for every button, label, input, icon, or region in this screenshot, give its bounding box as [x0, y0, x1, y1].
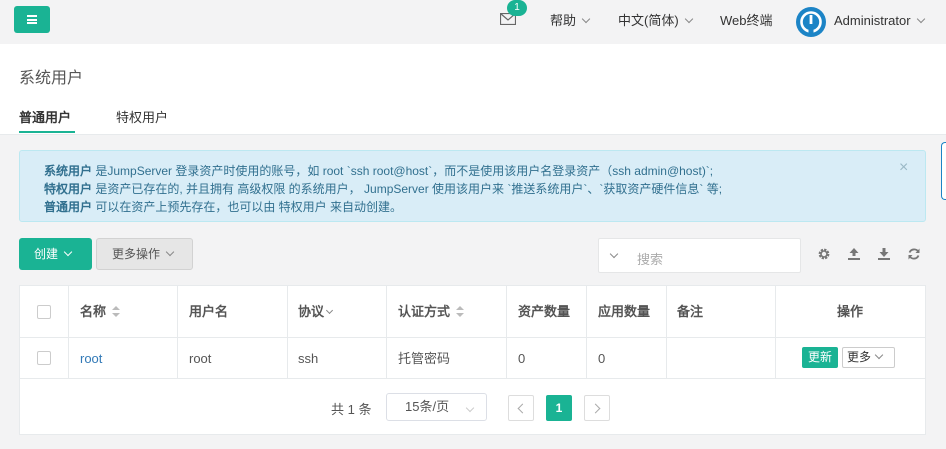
menu-toggle-button[interactable]	[14, 6, 50, 33]
header-label: 认证方式	[398, 304, 451, 319]
web-terminal-link[interactable]: Web终端	[720, 12, 773, 30]
column-divider	[386, 286, 387, 379]
chevron-down-icon	[165, 247, 175, 257]
next-page-button[interactable]	[584, 395, 610, 421]
chevron-down-icon	[63, 247, 73, 257]
row-protocol: ssh	[298, 351, 319, 366]
create-label: 创建	[34, 247, 59, 261]
help-label: 帮助	[550, 13, 577, 28]
page-title: 系统用户	[19, 70, 84, 87]
column-divider	[586, 286, 587, 379]
close-icon[interactable]: ×	[899, 159, 908, 177]
hamburger-icon	[27, 15, 37, 24]
header-label: 协议	[298, 304, 325, 319]
pagination-total: 共 1 条	[331, 402, 372, 417]
chevron-down-icon	[581, 14, 591, 24]
help-menu[interactable]: 帮助	[550, 12, 591, 30]
search-placeholder: 搜索	[637, 252, 664, 267]
tab-normal-users[interactable]: 普通用户	[19, 107, 71, 126]
alert-term: 系统用户	[44, 164, 93, 178]
header-apps: 应用数量	[598, 304, 651, 319]
table-divider	[20, 378, 925, 379]
row-more-label: 更多	[847, 350, 872, 364]
prev-page-button[interactable]	[508, 395, 534, 421]
row-auth: 托管密码	[398, 351, 451, 366]
header-username: 用户名	[189, 304, 229, 319]
alert-line-1: 系统用户 是JumpServer 登录资产时使用的账号，如 root `ssh …	[44, 162, 713, 179]
page-size-select[interactable]: 15条/页	[386, 393, 487, 421]
search-input[interactable]: 搜索	[598, 238, 801, 273]
header-name[interactable]: 名称	[80, 286, 121, 337]
info-alert: 系统用户 是JumpServer 登录资产时使用的账号，如 root `ssh …	[19, 150, 926, 222]
row-apps: 0	[598, 351, 606, 366]
upload-icon[interactable]	[847, 247, 861, 261]
column-divider	[68, 286, 69, 379]
update-button[interactable]: 更新	[802, 347, 838, 368]
create-button[interactable]: 创建	[19, 238, 92, 270]
side-panel-handle[interactable]	[941, 142, 946, 200]
chevron-left-icon	[517, 403, 528, 414]
chevron-right-icon	[590, 403, 601, 414]
chevron-down-icon	[916, 14, 925, 24]
header-auth[interactable]: 认证方式	[398, 286, 465, 337]
alert-text: 是JumpServer 登录资产时使用的账号，如 root `ssh root@…	[92, 164, 714, 178]
chevron-down-icon[interactable]	[609, 249, 619, 259]
column-divider	[666, 286, 667, 379]
more-actions-label: 更多操作	[112, 247, 161, 261]
page-size-value: 15条/页	[405, 399, 450, 414]
table-card: 名称 用户名 协议 认证方式 资产数量 应用数量 备注 操作 root root…	[19, 285, 926, 435]
alert-text: 是资产已存在的, 并且拥有 高级权限 的系统用户， JumpServer 使用该…	[92, 182, 723, 196]
chevron-down-icon	[465, 403, 475, 413]
header-actions: 操作	[836, 304, 863, 319]
avatar[interactable]	[796, 7, 826, 37]
header-protocol[interactable]: 协议	[298, 286, 334, 337]
gear-icon[interactable]	[817, 247, 831, 261]
user-name: Administrator	[834, 13, 911, 28]
page-header: 系统用户 普通用户 特权用户	[0, 44, 946, 135]
chevron-down-icon	[874, 350, 884, 360]
tab-privileged-users[interactable]: 特权用户	[116, 107, 168, 126]
row-more-button[interactable]: 更多	[842, 347, 895, 368]
header-assets: 资产数量	[518, 304, 571, 319]
active-tab-indicator	[19, 131, 75, 133]
power-icon	[800, 11, 822, 34]
row-username: root	[189, 351, 212, 366]
row-name-link[interactable]: root	[80, 338, 102, 379]
current-page[interactable]: 1	[546, 395, 572, 421]
mail-badge: 1	[507, 0, 527, 16]
column-divider	[177, 286, 178, 379]
alert-term: 普通用户	[44, 200, 93, 214]
more-actions-button[interactable]: 更多操作	[96, 238, 193, 270]
top-navbar: 1 帮助 中文(简体) Web终端 Administrator	[0, 0, 946, 44]
alert-term: 特权用户	[44, 182, 93, 196]
sort-icon[interactable]	[456, 306, 465, 317]
row-assets: 0	[518, 351, 526, 366]
user-menu[interactable]: Administrator	[834, 12, 925, 30]
chevron-down-icon	[684, 14, 693, 24]
chevron-down-icon[interactable]	[325, 306, 334, 315]
column-divider	[287, 286, 288, 379]
alert-line-3: 普通用户 可以在资产上预先存在，也可以由 特权用户 来自动创建。	[44, 198, 402, 215]
select-all-checkbox[interactable]	[37, 305, 51, 319]
table-divider	[20, 337, 925, 338]
language-label: 中文(简体)	[618, 13, 679, 28]
alert-text: 可以在资产上预先存在，也可以由 特权用户 来自动创建。	[92, 200, 403, 214]
refresh-icon[interactable]	[907, 247, 921, 261]
alert-line-2: 特权用户 是资产已存在的, 并且拥有 高级权限 的系统用户， JumpServe…	[44, 180, 722, 197]
download-icon[interactable]	[877, 247, 891, 261]
language-menu[interactable]: 中文(简体)	[618, 12, 693, 30]
header-comment: 备注	[677, 304, 704, 319]
sort-icon[interactable]	[112, 306, 121, 317]
column-divider	[506, 286, 507, 379]
header-label: 名称	[80, 304, 107, 319]
row-checkbox[interactable]	[37, 351, 51, 365]
